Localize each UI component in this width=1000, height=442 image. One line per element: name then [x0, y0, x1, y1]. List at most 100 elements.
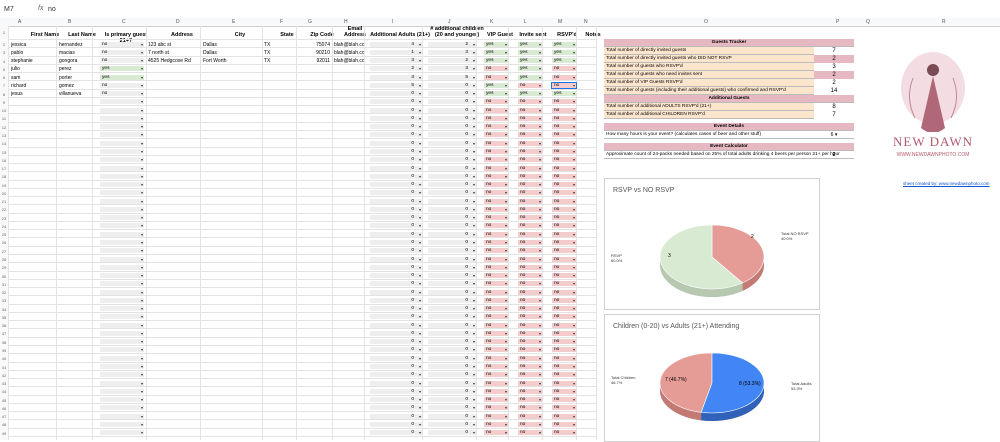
number-dropdown[interactable]: 0 ▾ [428, 99, 476, 105]
number-dropdown[interactable]: 0 ▾ [370, 372, 422, 378]
primary21-dropdown[interactable]: ▾ [100, 347, 144, 353]
invite-dropdown[interactable]: no ▾ [518, 182, 542, 188]
invite-dropdown[interactable]: no ▾ [518, 405, 542, 411]
rsvp-dropdown[interactable]: no ▾ [552, 223, 576, 229]
number-dropdown[interactable]: 4 ▾ [370, 41, 422, 47]
number-dropdown[interactable]: 0 ▾ [428, 355, 476, 361]
primary21-dropdown[interactable]: ▾ [100, 289, 144, 295]
number-dropdown[interactable]: 0 ▾ [370, 157, 422, 163]
vip-dropdown[interactable]: no ▾ [484, 132, 508, 138]
invite-dropdown[interactable]: no ▾ [518, 314, 542, 320]
column-letter[interactable]: I [392, 19, 393, 25]
invite-dropdown[interactable]: no ▾ [518, 347, 542, 353]
row-number[interactable]: 44 [0, 389, 8, 394]
number-dropdown[interactable]: 0 ▾ [428, 132, 476, 138]
row-number[interactable]: 38 [0, 340, 8, 345]
rsvp-dropdown[interactable]: no ▾ [552, 330, 576, 336]
invite-dropdown[interactable]: no ▾ [518, 132, 542, 138]
row-number[interactable]: 39 [0, 348, 8, 353]
column-letter[interactable]: G [308, 19, 312, 25]
invite-dropdown[interactable]: yes ▾ [518, 58, 542, 64]
invite-dropdown[interactable]: no ▾ [518, 82, 542, 88]
primary21-dropdown[interactable]: ▾ [100, 239, 144, 245]
rsvp-dropdown[interactable]: no ▾ [552, 306, 576, 312]
vip-dropdown[interactable]: no ▾ [484, 281, 508, 287]
primary21-dropdown[interactable]: ▾ [100, 248, 144, 254]
vip-dropdown[interactable]: yes ▾ [484, 49, 508, 55]
event-hours-dropdown[interactable]: 6 ▾ [814, 131, 854, 139]
primary21-dropdown[interactable]: ▾ [100, 256, 144, 262]
row-number[interactable]: 2 [0, 42, 8, 47]
column-letter[interactable]: L [524, 19, 527, 25]
invite-dropdown[interactable]: no ▾ [518, 413, 542, 419]
rsvp-dropdown[interactable]: no ▾ [552, 165, 576, 171]
guest-email[interactable]: blah@blah.com [334, 50, 364, 56]
row-number[interactable]: 10 [0, 108, 8, 113]
invite-dropdown[interactable]: no ▾ [518, 173, 542, 179]
number-dropdown[interactable]: 0 ▾ [370, 413, 422, 419]
rsvp-dropdown[interactable]: no ▾ [552, 264, 576, 270]
number-dropdown[interactable]: 0 ▾ [370, 165, 422, 171]
primary21-dropdown[interactable]: ▾ [100, 355, 144, 361]
primary21-dropdown[interactable]: ▾ [100, 124, 144, 130]
invite-dropdown[interactable]: yes ▾ [518, 74, 542, 80]
tracker-row[interactable]: Total number of guests who RSVP'd 3 [604, 63, 854, 71]
row-number[interactable]: 4 [0, 59, 8, 64]
rsvp-dropdown[interactable]: no ▾ [552, 182, 576, 188]
selected-cell[interactable] [551, 81, 577, 89]
number-dropdown[interactable]: 0 ▾ [370, 405, 422, 411]
guest-zip[interactable]: 90210 [298, 50, 330, 56]
vip-dropdown[interactable]: yes ▾ [484, 82, 508, 88]
primary21-dropdown[interactable]: ▾ [100, 215, 144, 221]
guest-last-name[interactable]: porter [59, 75, 91, 81]
rsvp-dropdown[interactable]: no ▾ [552, 198, 576, 204]
invite-dropdown[interactable]: no ▾ [518, 198, 542, 204]
number-dropdown[interactable]: 0 ▾ [370, 289, 422, 295]
invite-dropdown[interactable]: no ▾ [518, 190, 542, 196]
primary21-dropdown[interactable]: ▾ [100, 306, 144, 312]
vip-dropdown[interactable]: no ▾ [484, 355, 508, 361]
number-dropdown[interactable]: 0 ▾ [428, 107, 476, 113]
primary21-dropdown[interactable]: ▾ [100, 413, 144, 419]
primary21-dropdown[interactable]: ▾ [100, 405, 144, 411]
number-dropdown[interactable]: 0 ▾ [428, 372, 476, 378]
row-number[interactable]: 17 [0, 166, 8, 171]
row-number[interactable]: 41 [0, 365, 8, 370]
number-dropdown[interactable]: 0 ▾ [428, 273, 476, 279]
vip-dropdown[interactable]: no ▾ [484, 339, 508, 345]
rsvp-dropdown[interactable]: no ▾ [552, 256, 576, 262]
number-dropdown[interactable]: 0 ▾ [428, 347, 476, 353]
guest-last-name[interactable]: macias [59, 50, 91, 56]
primary21-dropdown[interactable]: ▾ [100, 149, 144, 154]
vip-dropdown[interactable]: no ▾ [484, 115, 508, 121]
invite-dropdown[interactable]: no ▾ [518, 289, 542, 295]
guest-last-name[interactable]: perez [59, 66, 91, 72]
number-dropdown[interactable]: 0 ▾ [428, 314, 476, 320]
vip-dropdown[interactable]: no ▾ [484, 140, 508, 146]
primary21-dropdown[interactable]: ▾ [100, 190, 144, 196]
number-dropdown[interactable]: 0 ▾ [428, 239, 476, 245]
number-dropdown[interactable]: 2 ▾ [370, 66, 422, 72]
row-number[interactable]: 19 [0, 183, 8, 188]
number-dropdown[interactable]: 0 ▾ [428, 430, 476, 436]
primary21-dropdown[interactable]: ▾ [100, 173, 144, 179]
column-letter[interactable]: Q [866, 19, 870, 25]
primary21-dropdown[interactable]: no ▾ [100, 41, 144, 47]
number-dropdown[interactable]: 0 ▾ [370, 206, 422, 212]
rsvp-dropdown[interactable]: no ▾ [552, 231, 576, 237]
rsvp-dropdown[interactable]: no ▾ [552, 239, 576, 245]
primary21-dropdown[interactable]: ▾ [100, 273, 144, 279]
row-number[interactable]: 18 [0, 174, 8, 179]
invite-dropdown[interactable]: no ▾ [518, 239, 542, 245]
guest-city[interactable]: Dallas [203, 42, 261, 48]
row-number[interactable]: 42 [0, 373, 8, 378]
number-dropdown[interactable]: 0 ▾ [428, 256, 476, 262]
invite-dropdown[interactable]: no ▾ [518, 273, 542, 279]
number-dropdown[interactable]: 0 ▾ [370, 380, 422, 386]
primary21-dropdown[interactable]: ▾ [100, 182, 144, 188]
number-dropdown[interactable]: 0 ▾ [428, 388, 476, 394]
number-dropdown[interactable]: 3 ▾ [428, 49, 476, 55]
row-number[interactable]: 6 [0, 75, 8, 80]
number-dropdown[interactable]: 0 ▾ [428, 330, 476, 336]
row-number[interactable]: 47 [0, 414, 8, 419]
